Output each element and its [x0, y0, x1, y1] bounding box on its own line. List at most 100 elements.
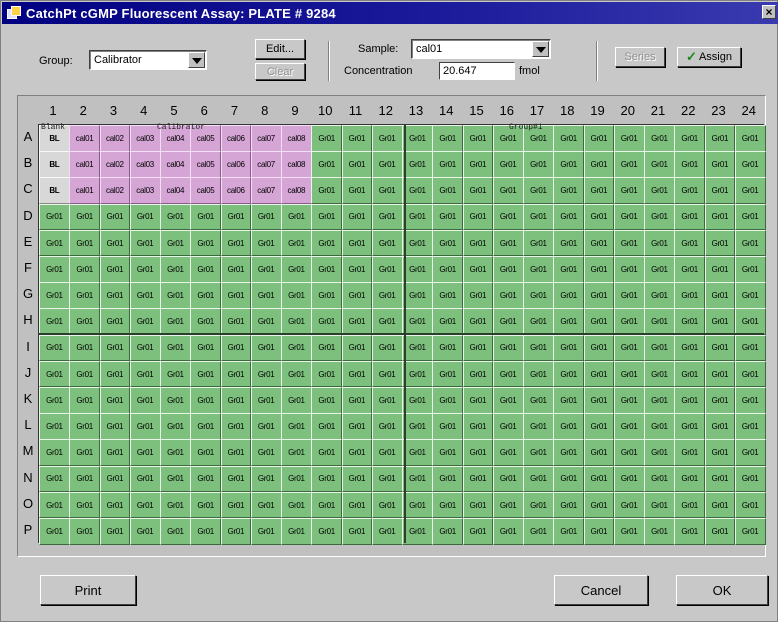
plate-well-sample[interactable]: Gr01 — [523, 387, 554, 414]
plate-well-calibrator[interactable]: cal08 — [281, 177, 312, 205]
plate-well-sample[interactable]: Gr01 — [492, 177, 524, 205]
plate-well-sample[interactable]: Gr01 — [99, 308, 131, 336]
plate-well-sample[interactable]: Gr01 — [39, 334, 70, 362]
plate-well-sample[interactable]: Gr01 — [129, 413, 161, 440]
plate-well-sample[interactable]: Gr01 — [553, 125, 584, 152]
close-icon[interactable]: × — [762, 5, 776, 19]
plate-well-sample[interactable]: Gr01 — [462, 256, 494, 283]
plate-well-sample[interactable]: Gr01 — [644, 387, 675, 414]
plate-well-sample[interactable]: Gr01 — [39, 387, 70, 414]
plate-well-sample[interactable]: Gr01 — [553, 151, 584, 178]
plate-well-sample[interactable]: Gr01 — [523, 177, 554, 205]
plate-well-sample[interactable]: Gr01 — [129, 229, 161, 257]
plate-well-sample[interactable]: Gr01 — [613, 256, 645, 283]
row-header[interactable]: A — [21, 129, 35, 144]
plate-well-sample[interactable]: Gr01 — [99, 203, 131, 231]
plate-well-sample[interactable]: Gr01 — [160, 413, 191, 440]
plate-well-sample[interactable]: Gr01 — [371, 413, 403, 440]
plate-well-sample[interactable]: Gr01 — [553, 439, 584, 467]
plate-well-sample[interactable]: Gr01 — [311, 256, 342, 283]
plate-well-sample[interactable]: Gr01 — [160, 465, 191, 493]
plate-well-sample[interactable]: Gr01 — [402, 334, 433, 362]
column-header[interactable]: 16 — [492, 103, 522, 118]
plate-well-sample[interactable]: Gr01 — [492, 360, 524, 388]
group-select[interactable]: Calibrator — [89, 50, 207, 70]
plate-well-sample[interactable]: Gr01 — [492, 387, 524, 414]
plate-well-sample[interactable]: Gr01 — [734, 308, 766, 336]
plate-well-sample[interactable]: Gr01 — [129, 360, 161, 388]
plate-well-sample[interactable]: Gr01 — [281, 465, 312, 493]
plate-well-sample[interactable]: Gr01 — [613, 491, 645, 519]
row-header[interactable]: F — [21, 260, 35, 275]
series-button[interactable]: Series — [615, 47, 665, 67]
plate-well-sample[interactable]: Gr01 — [674, 308, 705, 336]
row-header[interactable]: D — [21, 208, 35, 223]
row-header[interactable]: M — [21, 443, 35, 458]
plate-well-calibrator[interactable]: cal01 — [69, 177, 100, 205]
column-header[interactable]: 19 — [583, 103, 613, 118]
plate-well-sample[interactable]: Gr01 — [523, 465, 554, 493]
plate-well-sample[interactable]: Gr01 — [674, 151, 705, 178]
plate-well-sample[interactable]: Gr01 — [129, 334, 161, 362]
plate-well-sample[interactable]: Gr01 — [462, 229, 494, 257]
plate-well-sample[interactable]: Gr01 — [432, 387, 463, 414]
plate-well-sample[interactable]: Gr01 — [402, 518, 433, 545]
plate-well-sample[interactable]: Gr01 — [523, 151, 554, 178]
plate-well-sample[interactable]: Gr01 — [39, 491, 70, 519]
plate-well-sample[interactable]: Gr01 — [492, 413, 524, 440]
plate-well-calibrator[interactable]: cal08 — [281, 151, 312, 178]
plate-well-sample[interactable]: Gr01 — [613, 151, 645, 178]
plate-well-sample[interactable]: Gr01 — [734, 334, 766, 362]
plate-well-sample[interactable]: Gr01 — [704, 439, 736, 467]
plate-well-sample[interactable]: Gr01 — [613, 177, 645, 205]
plate-well-sample[interactable]: Gr01 — [39, 256, 70, 283]
edit-button[interactable]: Edit... — [255, 39, 305, 59]
plate-well-sample[interactable]: Gr01 — [311, 177, 342, 205]
plate-well-sample[interactable]: Gr01 — [69, 256, 100, 283]
plate-well-sample[interactable]: Gr01 — [583, 491, 615, 519]
column-header[interactable]: 18 — [552, 103, 582, 118]
plate-well-sample[interactable]: Gr01 — [583, 465, 615, 493]
row-header[interactable]: K — [21, 391, 35, 406]
plate-well-sample[interactable]: Gr01 — [281, 308, 312, 336]
plate-well-sample[interactable]: Gr01 — [734, 125, 766, 152]
plate-well-sample[interactable]: Gr01 — [281, 334, 312, 362]
column-header[interactable]: 24 — [734, 103, 764, 118]
plate-well-sample[interactable]: Gr01 — [462, 360, 494, 388]
plate-well-sample[interactable]: Gr01 — [644, 177, 675, 205]
column-header[interactable]: 5 — [159, 103, 189, 118]
plate-well-sample[interactable]: Gr01 — [553, 491, 584, 519]
plate-well-sample[interactable]: Gr01 — [583, 387, 615, 414]
plate-well-sample[interactable]: Gr01 — [341, 125, 373, 152]
plate-well-sample[interactable]: Gr01 — [462, 518, 494, 545]
plate-well-sample[interactable]: Gr01 — [402, 439, 433, 467]
plate-well-sample[interactable]: Gr01 — [644, 465, 675, 493]
plate-well-calibrator[interactable]: cal04 — [160, 151, 191, 178]
plate-well-sample[interactable]: Gr01 — [583, 256, 615, 283]
plate-well-sample[interactable]: Gr01 — [674, 413, 705, 440]
plate-well-sample[interactable]: Gr01 — [613, 360, 645, 388]
plate-well-sample[interactable]: Gr01 — [462, 282, 494, 309]
plate-well-calibrator[interactable]: cal03 — [129, 151, 161, 178]
plate-well-sample[interactable]: Gr01 — [160, 282, 191, 309]
plate-well-sample[interactable]: Gr01 — [281, 491, 312, 519]
plate-well-sample[interactable]: Gr01 — [190, 334, 221, 362]
column-header[interactable]: 10 — [310, 103, 340, 118]
plate-well-sample[interactable]: Gr01 — [523, 229, 554, 257]
plate-well-sample[interactable]: Gr01 — [674, 229, 705, 257]
plate-well-sample[interactable]: Gr01 — [583, 360, 615, 388]
plate-well-sample[interactable]: Gr01 — [371, 256, 403, 283]
row-header[interactable]: L — [21, 417, 35, 432]
plate-well-sample[interactable]: Gr01 — [402, 177, 433, 205]
plate-well-sample[interactable]: Gr01 — [99, 387, 131, 414]
clear-button[interactable]: Clear — [255, 63, 305, 80]
plate-well-sample[interactable]: Gr01 — [69, 360, 100, 388]
plate-well-sample[interactable]: Gr01 — [492, 229, 524, 257]
plate-well-sample[interactable]: Gr01 — [69, 308, 100, 336]
plate-well-sample[interactable]: Gr01 — [311, 282, 342, 309]
plate-well-sample[interactable]: Gr01 — [432, 125, 463, 152]
plate-well-sample[interactable]: Gr01 — [220, 334, 252, 362]
plate-well-sample[interactable]: Gr01 — [523, 256, 554, 283]
plate-well-sample[interactable]: Gr01 — [613, 439, 645, 467]
chevron-down-icon[interactable] — [532, 41, 549, 57]
